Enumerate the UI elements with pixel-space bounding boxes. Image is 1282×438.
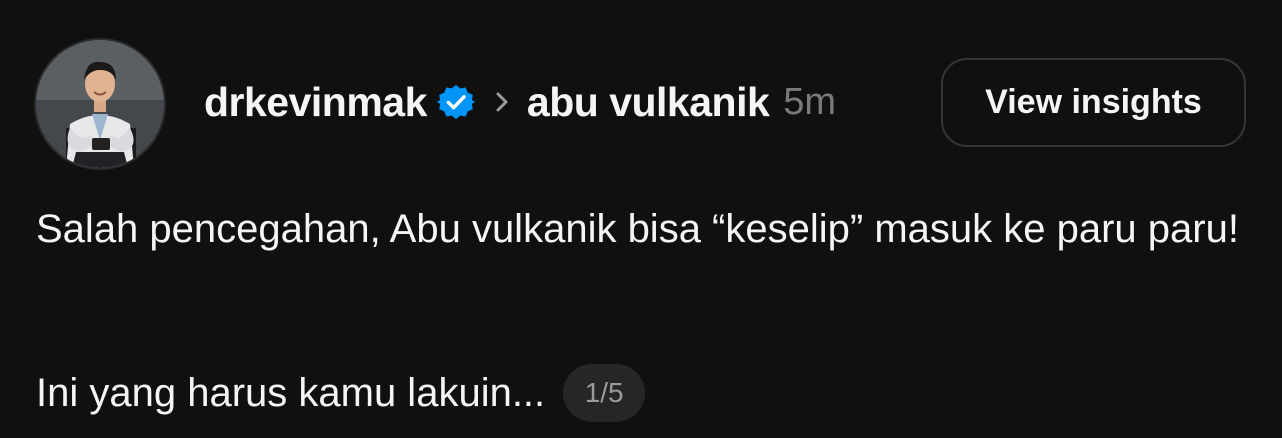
post-text: Salah pencegahan, Abu vulkanik bisa “kes… xyxy=(36,207,1239,251)
thread-post: drkevinmak abu vulkanik 5m View insights… xyxy=(0,0,1282,438)
media-counter-badge: 1/5 xyxy=(563,364,646,422)
view-insights-button[interactable]: View insights xyxy=(941,58,1246,147)
post-timestamp: 5m xyxy=(783,80,837,123)
topic-tag[interactable]: abu vulkanik xyxy=(527,79,770,126)
post-text-continued: Ini yang harus kamu lakuin... 1/5 xyxy=(36,360,646,426)
chevron-right-icon xyxy=(493,88,511,116)
username[interactable]: drkevinmak xyxy=(204,79,427,126)
avatar[interactable] xyxy=(34,38,166,170)
post-header: drkevinmak abu vulkanik 5m xyxy=(204,72,836,132)
profile-photo xyxy=(36,40,164,168)
verified-badge-icon xyxy=(436,83,475,121)
post-text-line: Ini yang harus kamu lakuin... xyxy=(36,370,546,415)
